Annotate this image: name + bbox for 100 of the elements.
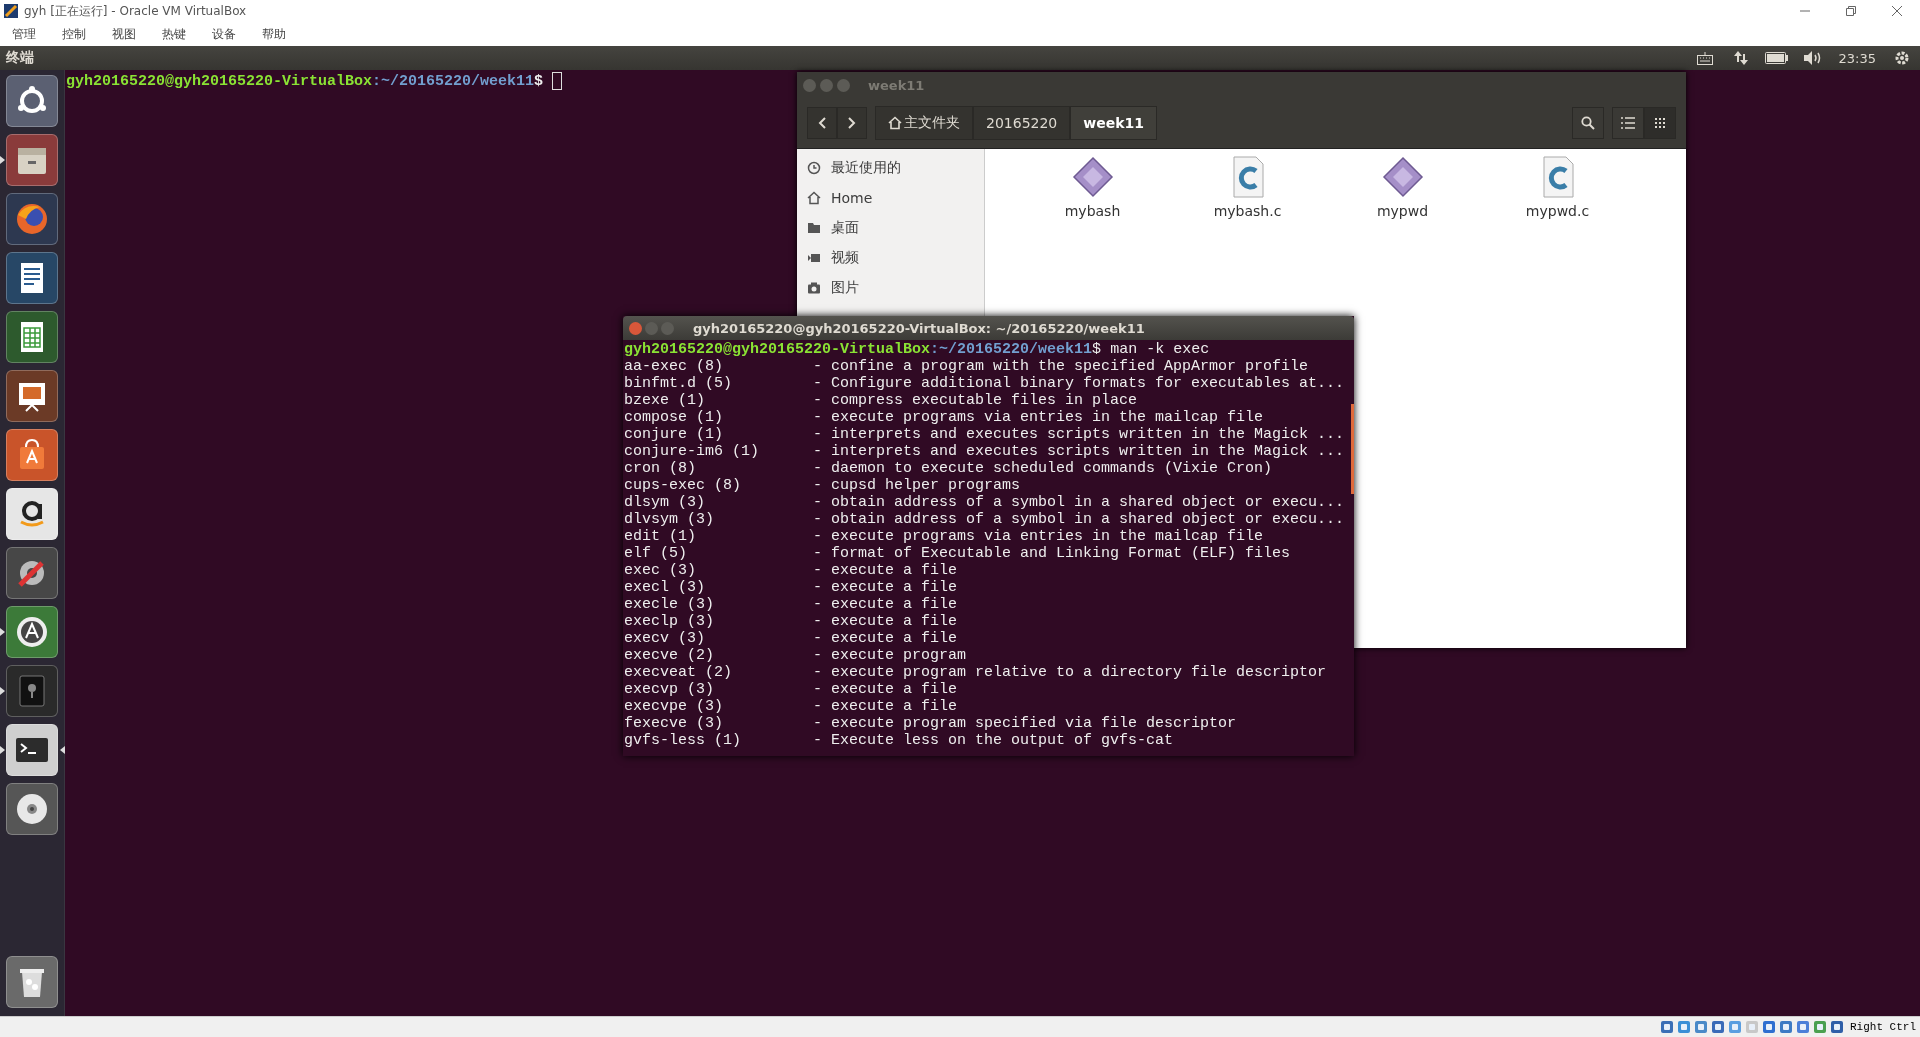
manual-entry: cups-exec (8): [624, 477, 743, 494]
entry-description: - obtain address of a symbol in a shared object or execu...: [813, 511, 1345, 528]
cpu-icon[interactable]: [1813, 1020, 1827, 1034]
file-name[interactable]: mybash.c: [1213, 203, 1282, 219]
settings-icon[interactable]: [1894, 50, 1910, 66]
file-name[interactable]: mypwd.c: [1525, 203, 1590, 219]
manual-entry: execve (2): [624, 647, 715, 664]
clock[interactable]: 23:35: [1830, 50, 1884, 66]
file-name[interactable]: mypwd: [1376, 203, 1429, 219]
entry-description: - Configure additional binary formats for executables at...: [813, 375, 1345, 392]
forward-button[interactable]: [837, 107, 867, 139]
launcher-button[interactable]: [6, 311, 58, 363]
entry-description: - cupsd helper programs: [813, 477, 1021, 494]
entry-description: - execute a file: [813, 562, 958, 579]
manual-entry: execvp (3): [624, 681, 715, 698]
network-arrows-icon[interactable]: [1733, 50, 1748, 66]
launcher-button[interactable]: [6, 75, 58, 127]
window-title: gyh20165220@gyh20165220-VirtualBox: ~/20165220/week11: [693, 320, 1145, 336]
manual-entry: exec (3): [624, 562, 697, 579]
entry-description: - execute programs via entries in the mailcap file: [813, 409, 1264, 426]
battery-icon[interactable]: [1764, 52, 1789, 64]
sidebar-item[interactable]: Home: [797, 183, 984, 213]
sidebar-item[interactable]: 最近使用的: [797, 153, 984, 183]
entry-description: - execute a file: [813, 596, 958, 613]
entry-description: - interprets and executes scripts written in the Magick ...: [813, 426, 1345, 443]
menu-item[interactable]: 设备: [208, 23, 240, 45]
manual-entry: execlp (3): [624, 613, 715, 630]
path-button[interactable]: 20165220: [973, 106, 1071, 140]
camera-icon: [807, 281, 821, 295]
menu-item[interactable]: 帮助: [258, 23, 290, 45]
launcher-button[interactable]: [6, 488, 58, 540]
window-title: week11: [868, 77, 925, 93]
entry-description: - format of Executable and Linking Format (ELF) files: [813, 545, 1291, 562]
launcher-button[interactable]: [6, 606, 58, 658]
entry-description: - execute a file: [813, 681, 958, 698]
keyboard-icon[interactable]: [1696, 51, 1713, 65]
shell-prompt: gyh20165220@gyh20165220-VirtualBox:~/20165220/week11$: [66, 72, 544, 90]
menu-item[interactable]: 视图: [108, 23, 140, 45]
video-camera-icon: [807, 251, 821, 265]
entry-description: - Execute less on the output of gvfs-cat: [813, 732, 1174, 749]
mouse-icon[interactable]: [1830, 1020, 1844, 1034]
back-button[interactable]: [807, 107, 837, 139]
view-button[interactable]: [1612, 107, 1644, 139]
clock-icon: [807, 161, 821, 175]
sidebar-label: 最近使用的: [831, 159, 901, 177]
launcher-button[interactable]: [6, 783, 58, 835]
launcher-button[interactable]: [6, 370, 58, 422]
search-button[interactable]: [1572, 107, 1604, 139]
entry-description: - confine a program with the specified AppArmor profile: [813, 358, 1309, 375]
entry-description: - execute programs via entries in the mailcap file: [813, 528, 1264, 545]
manual-entry: aa-exec (8): [624, 358, 725, 375]
host-key-label: Right Ctrl: [1850, 1021, 1916, 1033]
manual-entry: execle (3): [624, 596, 715, 613]
home-icon: [888, 116, 902, 130]
window-title: gyh [正在运行] - Oracle VM VirtualBox: [24, 2, 248, 20]
manual-entry: bzexe (1): [624, 392, 706, 409]
view-button[interactable]: [1644, 107, 1676, 139]
recording-icon[interactable]: [1796, 1020, 1810, 1034]
close-button[interactable]: [629, 321, 642, 335]
manual-entry: execveat (2): [624, 664, 734, 681]
sidebar-item[interactable]: 视频: [797, 243, 984, 273]
entry-description: - execute a file: [813, 698, 958, 715]
entry-description: - execute program specified via file descriptor: [813, 715, 1237, 732]
file-name[interactable]: mybash: [1064, 203, 1121, 219]
manual-entry: gvfs-less (1): [624, 732, 743, 749]
path-button[interactable]: 主文件夹: [875, 106, 973, 140]
sidebar-label: 视频: [831, 249, 859, 267]
launcher-button[interactable]: [6, 252, 58, 304]
manual-entry: dlvsym (3): [624, 511, 715, 528]
diamond-file-icon: [1380, 155, 1425, 199]
scrollbar-thumb[interactable]: [1351, 404, 1354, 494]
sidebar-item[interactable]: 桌面: [797, 213, 984, 243]
menu-item[interactable]: 控制: [58, 23, 90, 45]
manual-entry: execvpe (3): [624, 698, 725, 715]
search-icon: [1581, 116, 1595, 130]
manual-entry: edit (1): [624, 528, 697, 545]
volume-icon[interactable]: [1803, 51, 1822, 65]
launcher-button[interactable]: [6, 193, 58, 245]
entry-description: - execute program: [813, 647, 967, 664]
manual-entry: dlsym (3): [624, 494, 706, 511]
sidebar-label: 图片: [831, 279, 859, 297]
network-icon[interactable]: [1711, 1020, 1725, 1034]
entry-description: - interprets and executes scripts written in the Magick ...: [813, 443, 1345, 460]
sidebar-item[interactable]: 图片: [797, 273, 984, 303]
menu-item[interactable]: 热键: [158, 23, 190, 45]
text-cursor: [552, 72, 563, 90]
manual-entry: execv (3): [624, 630, 706, 647]
folder-icon: [807, 221, 821, 235]
menu-item[interactable]: 管理: [8, 23, 40, 45]
launcher-button[interactable]: [6, 724, 58, 776]
shell-command: gyh20165220@gyh20165220-VirtualBox:~/20165220/week11$ man -k exec: [624, 341, 1211, 358]
list-view-icon: [1621, 117, 1635, 129]
screens-icon[interactable]: [1779, 1020, 1793, 1034]
path-button[interactable]: week11: [1070, 106, 1157, 140]
audio-icon[interactable]: [1694, 1020, 1708, 1034]
entry-description: - execute program relative to a directory file descriptor: [813, 664, 1327, 681]
manual-entry: compose (1): [624, 409, 725, 426]
manual-entry: fexecve (3): [624, 715, 725, 732]
display-icon[interactable]: [1762, 1020, 1776, 1034]
restore-icon: [1846, 6, 1856, 16]
